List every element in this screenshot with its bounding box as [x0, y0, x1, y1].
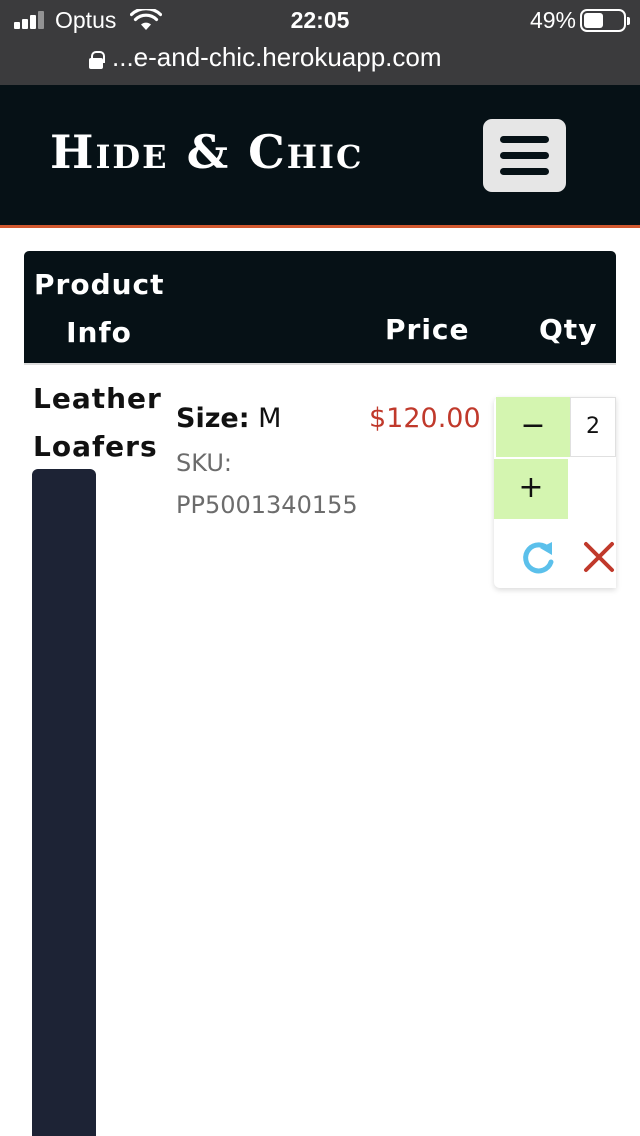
quantity-stepper: − 2 + [494, 397, 616, 588]
battery-percent: 49% [529, 7, 576, 33]
battery-icon [580, 9, 630, 32]
column-qty: Qty [539, 313, 598, 346]
decrement-button[interactable]: − [496, 397, 570, 457]
menu-button[interactable] [483, 119, 566, 192]
column-product-info: Product Info [34, 268, 165, 349]
increment-button[interactable]: + [494, 459, 568, 519]
site-header: Hide & Chic [0, 85, 640, 228]
cart-table: Product Info Price Qty Leather Loafers S… [24, 251, 616, 1136]
status-bar: Optus 22:05 49% [0, 0, 640, 42]
product-size: Size: M [176, 403, 282, 434]
battery-level [584, 13, 603, 28]
lock-icon [89, 51, 105, 69]
quantity-input[interactable]: 2 [570, 397, 616, 457]
sku-label: SKU: [176, 449, 232, 477]
remove-icon[interactable] [582, 540, 616, 574]
url-text[interactable]: ...e-and-chic.herokuapp.com [112, 42, 442, 73]
column-price: Price [385, 313, 470, 346]
product-image[interactable] [32, 469, 96, 1136]
product-price: $120.00 [369, 403, 481, 434]
address-bar[interactable]: ...e-and-chic.herokuapp.com [0, 42, 640, 85]
refresh-icon[interactable] [518, 538, 558, 578]
sku-value: PP5001340155 [176, 491, 358, 519]
brand-logo[interactable]: Hide & Chic [50, 125, 363, 179]
table-row: Leather Loafers Size: M SKU: PP500134015… [24, 363, 616, 1136]
product-name[interactable]: Leather Loafers [33, 375, 162, 471]
table-header: Product Info Price Qty [24, 251, 616, 363]
